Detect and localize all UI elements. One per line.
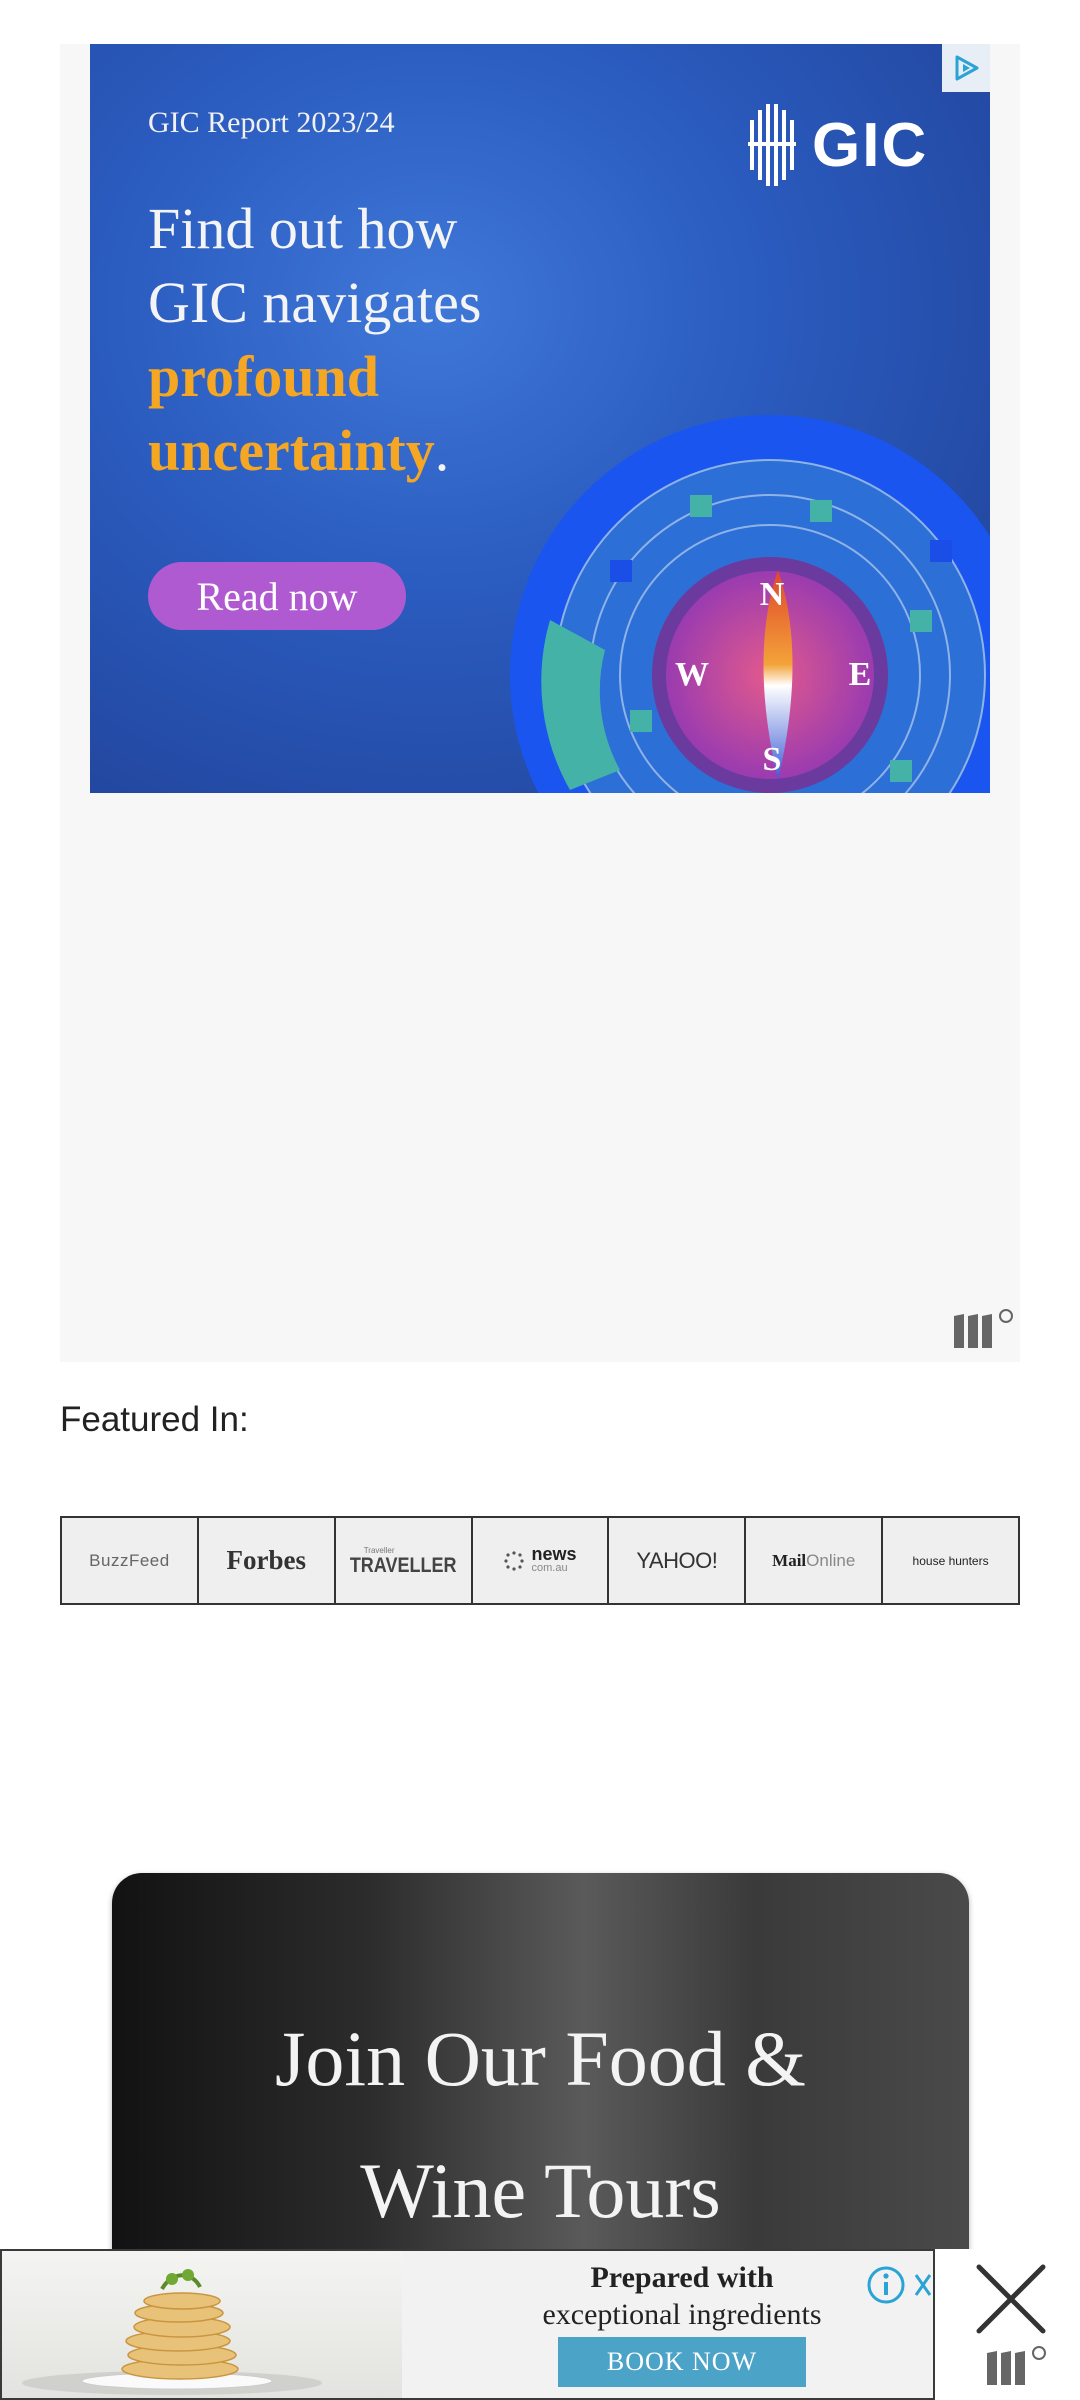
mail-logo-sub: Online (806, 1550, 856, 1570)
forbes-logo: Forbes (199, 1518, 336, 1603)
sticky-ad-close-panel (935, 2249, 1080, 2400)
compass-w-label: W (675, 656, 709, 693)
mail-logo-text: Mail (772, 1550, 807, 1570)
info-icon[interactable] (866, 2265, 906, 2305)
top-ad-container: GIC Report 2023/24 GIC Find out how GIC … (60, 44, 1020, 1362)
gic-logo-mark-icon (748, 104, 796, 186)
ad-network-logo-icon (952, 1308, 1016, 1352)
tours-title-line1: Join Our Food & (275, 2015, 806, 2102)
traveller-logo-text: TRAVELLER (349, 1552, 457, 1577)
bottom-ad-line2: exceptional ingredients (542, 2298, 822, 2331)
adchoices-icon[interactable] (942, 44, 990, 92)
compass-n-label: N (760, 576, 785, 613)
compass-s-label: S (763, 741, 782, 778)
househunters-logo-text: house hunters (912, 1553, 989, 1568)
buzzfeed-logo-text: BuzzFeed (89, 1550, 170, 1570)
tours-title: Join Our Food & Wine Tours (112, 1993, 969, 2257)
headline-line2: GIC navigates (148, 270, 482, 335)
close-icon[interactable] (971, 2259, 1051, 2339)
traveller-logo: Traveller TRAVELLER (336, 1518, 473, 1603)
ad-network-logo-small-icon (987, 2346, 1046, 2385)
compass-graphic-icon: N S E W (510, 415, 990, 793)
featured-logos-strip: BuzzFeed Forbes Traveller TRAVELLER news… (60, 1516, 1020, 1605)
bottom-ad-text: Prepared with exceptional ingredients (452, 2259, 912, 2333)
headline-highlight2: uncertainty (148, 418, 435, 483)
food-image (2, 2251, 402, 2398)
read-now-button[interactable]: Read now (148, 562, 406, 630)
news-logo-text: news (531, 1543, 577, 1564)
gic-ad-banner[interactable]: GIC Report 2023/24 GIC Find out how GIC … (90, 44, 990, 793)
yahoo-logo: YAHOO! (609, 1518, 747, 1603)
gic-brand-text: GIC (812, 110, 929, 180)
headline-period: . (434, 418, 450, 483)
mailonline-logo: MailOnline (746, 1518, 884, 1603)
news-dots-icon (504, 1550, 525, 1571)
forbes-logo-text: Forbes (226, 1545, 307, 1575)
yahoo-logo-text: YAHOO! (636, 1547, 718, 1573)
news-logo-sub: com.au (531, 1561, 568, 1574)
news-logo: news com.au (473, 1518, 610, 1603)
ad-report-label: GIC Report 2023/24 (148, 106, 395, 139)
bottom-ad-line1: Prepared with (590, 2261, 774, 2294)
bottom-sticky-ad[interactable]: Prepared with exceptional ingredients BO… (0, 2249, 935, 2400)
compass-e-label: E (849, 656, 872, 693)
househunters-logo: house hunters (883, 1518, 1018, 1603)
ad-close-small-icon[interactable] (912, 2265, 934, 2305)
headline-line1: Find out how (148, 196, 458, 261)
book-now-button[interactable]: BOOK NOW (558, 2337, 806, 2387)
buzzfeed-logo: BuzzFeed (62, 1518, 199, 1603)
featured-in-label: Featured In: (60, 1400, 249, 1439)
gic-logo: GIC (748, 102, 928, 188)
tours-title-line2: Wine Tours (360, 2147, 721, 2234)
